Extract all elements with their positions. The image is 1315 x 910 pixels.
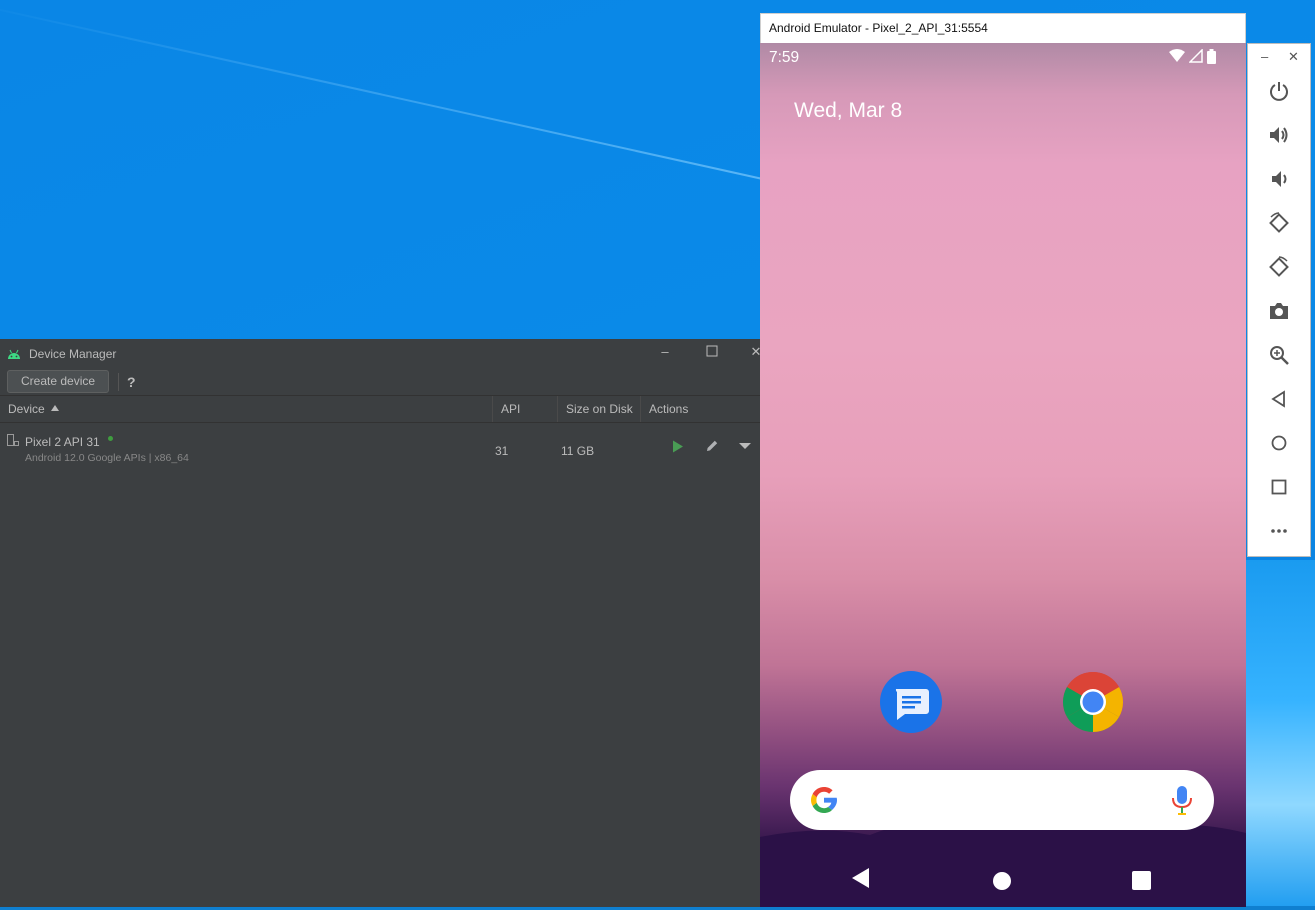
- device-description: Android 12.0 Google APIs | x86_64: [25, 452, 189, 464]
- android-navigation-bar: [760, 847, 1246, 907]
- microphone-icon[interactable]: [1168, 784, 1196, 816]
- device-manager-title: Device Manager: [29, 346, 117, 361]
- toolbar-separator: [118, 372, 120, 391]
- create-device-button[interactable]: Create device: [7, 370, 110, 393]
- desktop-window-glow: [1235, 560, 1315, 910]
- overview-button[interactable]: [1267, 475, 1291, 499]
- device-size-on-disk: 11 GB: [561, 444, 595, 458]
- messages-app-icon[interactable]: [880, 671, 942, 733]
- rotate-left-button[interactable]: [1267, 211, 1291, 235]
- back-button[interactable]: [1267, 387, 1291, 411]
- column-size-on-disk[interactable]: Size on Disk: [557, 396, 640, 422]
- column-device-label: Device: [8, 402, 45, 416]
- more-icon: [1271, 529, 1287, 533]
- google-search-bar[interactable]: [790, 770, 1214, 830]
- overview-icon: [1271, 479, 1287, 495]
- power-button[interactable]: [1267, 79, 1291, 103]
- cell-signal-icon: [1189, 49, 1203, 63]
- chrome-app-icon[interactable]: [1062, 671, 1124, 733]
- wifi-icon: [1169, 49, 1185, 62]
- more-actions-dropdown-icon[interactable]: [739, 443, 751, 449]
- device-manager-titlebar: Device Manager – ✕: [0, 339, 761, 368]
- home-date[interactable]: Wed, Mar 8: [794, 99, 902, 123]
- run-device-icon[interactable]: [672, 440, 684, 453]
- device-table-header: Device API Size on Disk Actions: [0, 396, 760, 423]
- column-api[interactable]: API: [492, 396, 557, 422]
- emulator-window-title[interactable]: Android Emulator - Pixel_2_API_31:5554: [760, 13, 1246, 43]
- volume-down-icon: [1272, 171, 1287, 187]
- device-name: Pixel 2 API 31: [25, 435, 100, 449]
- status-bar: 7:59: [760, 43, 1246, 71]
- edit-pencil-icon[interactable]: [705, 439, 719, 453]
- screenshot-button[interactable]: [1267, 299, 1291, 323]
- battery-icon: [1207, 49, 1216, 64]
- rotate-right-icon: [1269, 256, 1289, 277]
- maximize-icon[interactable]: [705, 345, 719, 359]
- emulator-minimize-icon[interactable]: –: [1261, 50, 1268, 64]
- help-button[interactable]: ?: [127, 374, 136, 390]
- volume-up-icon: [1270, 127, 1288, 143]
- phone-device-icon: [7, 434, 19, 446]
- sort-ascending-icon: [50, 405, 59, 411]
- emulator-screen[interactable]: 7:59 Wed, Mar 8: [760, 43, 1246, 907]
- device-api-level: 31: [495, 444, 509, 458]
- zoom-button[interactable]: [1267, 343, 1291, 367]
- google-g-icon: [811, 787, 837, 813]
- back-icon: [1271, 390, 1285, 408]
- emulator-close-icon[interactable]: ✕: [1288, 50, 1299, 64]
- status-time: 7:59: [769, 49, 800, 66]
- android-icon: [8, 349, 20, 359]
- column-size-label: Size on Disk: [566, 402, 633, 416]
- column-actions: Actions: [640, 396, 760, 422]
- column-device[interactable]: Device: [0, 396, 492, 422]
- column-api-label: API: [501, 402, 521, 416]
- device-manager-toolbar: Create device ?: [0, 368, 760, 396]
- volume-up-button[interactable]: [1267, 123, 1291, 147]
- message-bubble-icon: [895, 689, 929, 720]
- power-icon: [1270, 82, 1288, 101]
- status-icons: [1169, 49, 1216, 65]
- device-online-indicator: [108, 436, 113, 441]
- device-manager-panel: Device Manager – ✕ Create device ? Devic…: [0, 339, 761, 907]
- nav-recents-icon[interactable]: [1132, 871, 1151, 890]
- more-button[interactable]: [1267, 519, 1291, 543]
- table-row[interactable]: Pixel 2 API 31 Android 12.0 Google APIs …: [0, 423, 760, 467]
- minimize-icon[interactable]: –: [658, 345, 672, 359]
- nav-home-icon[interactable]: [993, 872, 1011, 890]
- column-actions-label: Actions: [649, 402, 689, 416]
- emulator-side-toolbar: – ✕: [1247, 43, 1311, 557]
- nav-back-icon[interactable]: [851, 867, 871, 889]
- rotate-left-icon: [1269, 212, 1289, 233]
- rotate-right-button[interactable]: [1267, 255, 1291, 279]
- volume-down-button[interactable]: [1267, 167, 1291, 191]
- zoom-icon: [1270, 346, 1289, 365]
- home-icon: [1271, 435, 1287, 451]
- home-button[interactable]: [1267, 431, 1291, 455]
- camera-icon: [1270, 303, 1288, 319]
- chrome-logo-icon: [1062, 672, 1124, 733]
